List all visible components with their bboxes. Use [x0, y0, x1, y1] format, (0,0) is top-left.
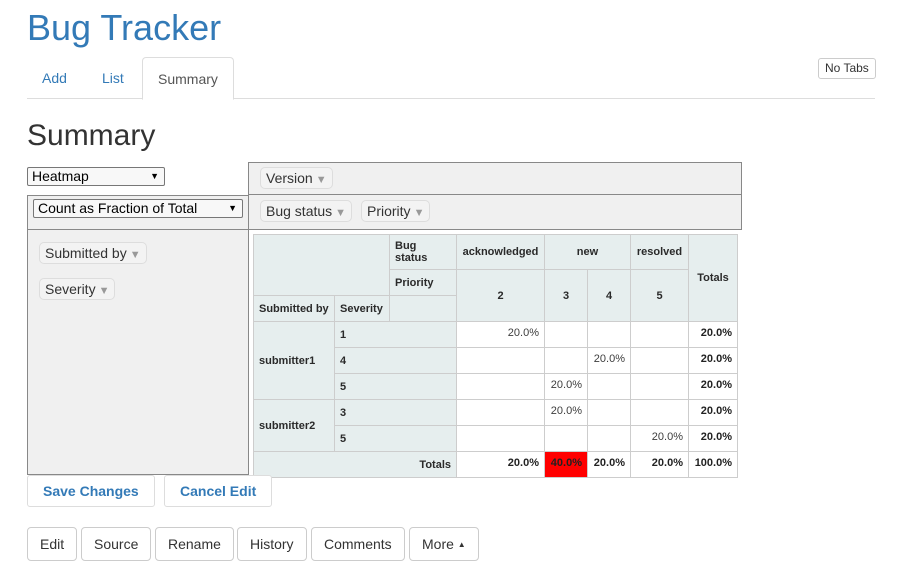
row-header: 5 — [334, 425, 457, 452]
triangle-down-icon[interactable]: ▼ — [414, 207, 425, 219]
totals-row-header: Totals — [253, 451, 457, 478]
table-cell — [587, 425, 631, 452]
col-header: 4 — [587, 269, 631, 322]
col-total: 20.0% — [456, 451, 545, 478]
cancel-edit-button[interactable]: Cancel Edit — [164, 475, 273, 507]
more-button[interactable]: More ▲ — [409, 527, 479, 561]
chevron-down-icon: ▼ — [228, 203, 237, 213]
save-changes-button[interactable]: Save Changes — [27, 475, 155, 507]
tab-add[interactable]: Add — [27, 57, 82, 99]
grand-total: 100.0% — [688, 451, 738, 478]
tab-bar: Add List Summary — [27, 57, 875, 100]
table-cell — [456, 425, 545, 452]
aggregator-select-value: Count as Fraction of Total — [38, 200, 198, 216]
attr-submitted-by[interactable]: Submitted by ▼ — [39, 242, 147, 264]
row-attr-header: Submitted by — [253, 295, 335, 322]
table-cell — [587, 373, 631, 400]
table-cell — [456, 373, 545, 400]
rename-button[interactable]: Rename — [155, 527, 234, 561]
table-cell — [587, 399, 631, 426]
row-attrs-area[interactable] — [27, 229, 249, 475]
row-header: 4 — [334, 347, 457, 374]
col-attr-header: Bug status — [389, 234, 457, 270]
chevron-down-icon: ▼ — [150, 171, 159, 181]
edit-button[interactable]: Edit — [27, 527, 78, 561]
attr-priority[interactable]: Priority ▼ — [361, 200, 431, 222]
table-cell — [630, 373, 689, 400]
row-total: 20.0% — [688, 425, 738, 452]
tab-summary[interactable]: Summary — [142, 57, 234, 100]
page-title: Summary — [27, 119, 156, 152]
renderer-select[interactable]: Heatmap ▼ — [27, 167, 165, 186]
col-header: 5 — [630, 269, 689, 322]
table-cell — [456, 347, 545, 374]
row-total: 20.0% — [688, 373, 738, 400]
table-cell — [630, 321, 689, 348]
table-cell: 20.0% — [544, 399, 588, 426]
no-tabs-button[interactable]: No Tabs — [818, 58, 876, 79]
renderer-select-value: Heatmap — [32, 168, 89, 184]
caret-up-icon: ▲ — [457, 540, 466, 549]
col-group-header: new — [544, 234, 631, 270]
col-header: 3 — [544, 269, 588, 322]
more-label: More — [422, 536, 454, 552]
table-cell: 20.0% — [630, 425, 689, 452]
row-header: submitter2 — [253, 399, 335, 452]
aggregator-select[interactable]: Count as Fraction of Total ▼ — [33, 199, 243, 218]
row-attr-header: Severity — [334, 295, 390, 322]
blank-header — [389, 295, 457, 322]
corner-cell — [253, 234, 390, 296]
pivot-table: Bug status acknowledged new resolved Tot… — [253, 234, 738, 478]
attr-label: Submitted by — [45, 245, 127, 261]
table-cell — [544, 425, 588, 452]
table-cell — [456, 399, 545, 426]
totals-col-header: Totals — [688, 234, 738, 322]
table-cell — [544, 321, 588, 348]
row-header: submitter1 — [253, 321, 335, 400]
table-cell — [587, 321, 631, 348]
table-cell — [630, 347, 689, 374]
row-header: 1 — [334, 321, 457, 348]
attr-bug-status[interactable]: Bug status ▼ — [260, 200, 353, 222]
col-attr-header: Priority — [389, 269, 457, 296]
table-cell: 20.0% — [587, 347, 631, 374]
attr-label: Bug status — [266, 203, 333, 219]
col-header: 2 — [456, 269, 545, 322]
row-total: 20.0% — [688, 399, 738, 426]
table-cell: 20.0% — [456, 321, 545, 348]
row-total: 20.0% — [688, 321, 738, 348]
triangle-down-icon[interactable]: ▼ — [130, 249, 141, 261]
col-group-header: acknowledged — [456, 234, 545, 270]
row-total: 20.0% — [688, 347, 738, 374]
col-total: 20.0% — [587, 451, 631, 478]
triangle-down-icon[interactable]: ▼ — [335, 207, 346, 219]
history-button[interactable]: History — [237, 527, 307, 561]
attr-label: Severity — [45, 281, 96, 297]
tab-list[interactable]: List — [87, 57, 139, 99]
attr-severity[interactable]: Severity ▼ — [39, 278, 116, 300]
attr-label: Priority — [367, 203, 411, 219]
row-header: 3 — [334, 399, 457, 426]
app-title: Bug Tracker — [27, 7, 222, 48]
row-header: 5 — [334, 373, 457, 400]
col-total: 20.0% — [630, 451, 689, 478]
triangle-down-icon[interactable]: ▼ — [316, 174, 327, 186]
col-group-header: resolved — [630, 234, 689, 270]
table-cell — [630, 399, 689, 426]
attr-label: Version — [266, 170, 313, 186]
table-cell: 20.0% — [544, 373, 588, 400]
source-button[interactable]: Source — [81, 527, 152, 561]
col-total-heat: 40.0% — [544, 451, 588, 478]
attr-version[interactable]: Version ▼ — [260, 167, 333, 189]
triangle-down-icon[interactable]: ▼ — [99, 285, 110, 297]
comments-button[interactable]: Comments — [311, 527, 405, 561]
table-cell — [544, 347, 588, 374]
